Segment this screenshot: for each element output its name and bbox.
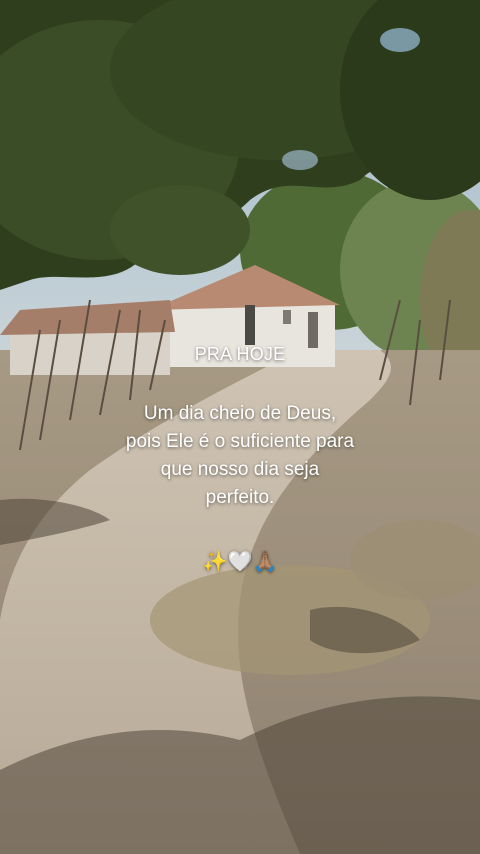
text-overlay: PRA HOJE Um dia cheio de Deus, pois Ele … <box>0 0 480 854</box>
message-line: que nosso dia seja <box>160 459 320 480</box>
emoji-row: ✨🤍🙏🏽 <box>202 551 278 573</box>
message-text: Um dia cheio de Deus, pois Ele é o sufic… <box>80 400 400 512</box>
message-line: Um dia cheio de Deus, <box>143 403 337 424</box>
message-line: perfeito. <box>205 487 275 508</box>
headline: PRA HOJE <box>194 344 286 364</box>
message-line: pois Ele é o suficiente para <box>125 431 355 452</box>
